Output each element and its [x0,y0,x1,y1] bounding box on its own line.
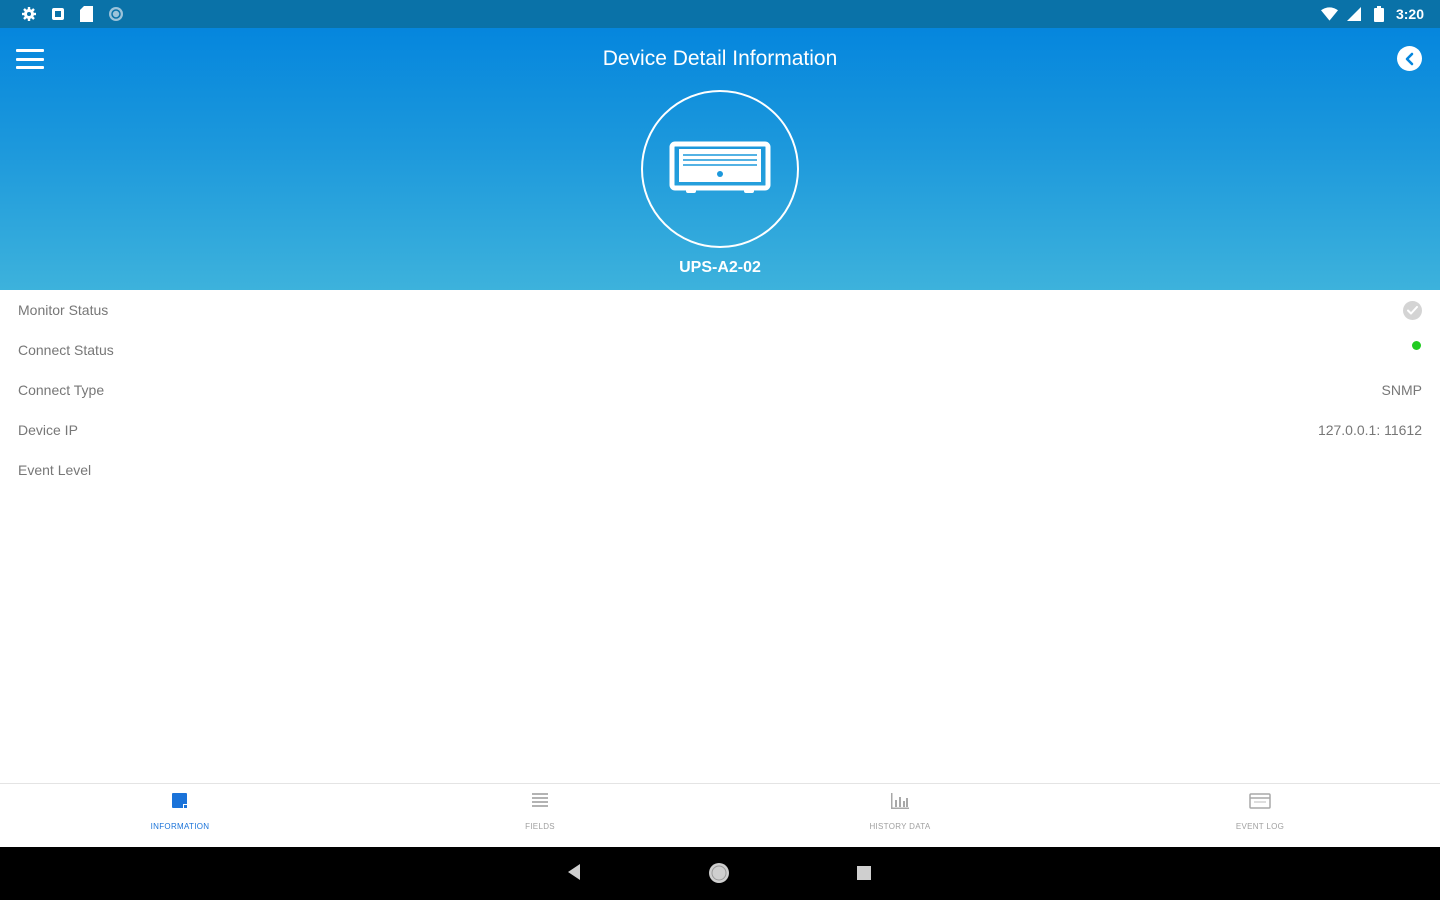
system-home-button[interactable] [708,862,730,889]
event-log-icon [1249,793,1271,809]
system-recents-button[interactable] [856,865,872,886]
device-name: UPS-A2-02 [679,259,761,276]
tab-information[interactable]: INFORMATION [0,784,360,847]
back-triangle-icon [568,864,580,880]
battery-icon [1371,5,1388,22]
device-ip-label: Device IP [18,422,78,438]
tab-event-log-label: EVENT LOG [1235,822,1285,831]
device-info-list: Monitor Status Connect Status Connect Ty… [0,290,1440,490]
event-level-label: Event Level [18,462,92,478]
tab-history-data-label: HISTORY DATA [869,822,931,831]
monitor-status-row: Monitor Status [0,290,1440,330]
notification-icon [49,5,66,22]
tab-fields-label: FIELDS [525,822,555,831]
system-back-button[interactable] [566,863,582,886]
device-header: Device Detail Information UPS-A2-02 [0,28,1440,290]
connect-type-label: Connect Type [18,382,105,398]
event-level-row: Event Level [0,450,1440,490]
tab-information-label: INFORMATION [150,822,210,831]
connect-type-value: SNMP [1381,382,1422,398]
sync-icon [107,5,124,22]
sd-card-icon [78,5,95,22]
information-icon [172,793,188,809]
system-nav-bar [0,847,1440,900]
home-circle-icon [709,863,729,883]
connected-status-icon [1412,341,1421,350]
settings-icon [20,5,37,22]
status-time: 3:20 [1395,5,1424,22]
recents-square-icon [857,866,871,880]
bottom-nav: INFORMATION FIELDS HISTORY DATA EVENT LO… [0,783,1440,847]
status-bar: 3:20 [0,0,1440,28]
wifi-icon [1320,5,1338,22]
connect-type-row: Connect Type SNMP [0,370,1440,410]
bar-chart-icon [891,793,909,809]
tab-fields[interactable]: FIELDS [360,784,720,847]
signal-icon [1346,5,1363,22]
tab-event-log[interactable]: EVENT LOG [1080,784,1440,847]
connect-status-row: Connect Status [0,330,1440,370]
list-icon [532,793,548,807]
tab-history-data[interactable]: HISTORY DATA [720,784,1080,847]
device-ip-row: Device IP 127.0.0.1: 11612 [0,410,1440,450]
device-avatar [641,90,799,248]
ups-device-icon [669,141,771,193]
device-ip-value: 127.0.0.1: 11612 [1317,422,1422,438]
check-icon [1403,301,1422,320]
page-title: Device Detail Information [602,47,838,70]
back-button[interactable] [1397,46,1422,71]
chevron-left-icon [1405,52,1413,65]
monitor-status-label: Monitor Status [18,302,109,318]
connect-status-label: Connect Status [18,342,114,358]
